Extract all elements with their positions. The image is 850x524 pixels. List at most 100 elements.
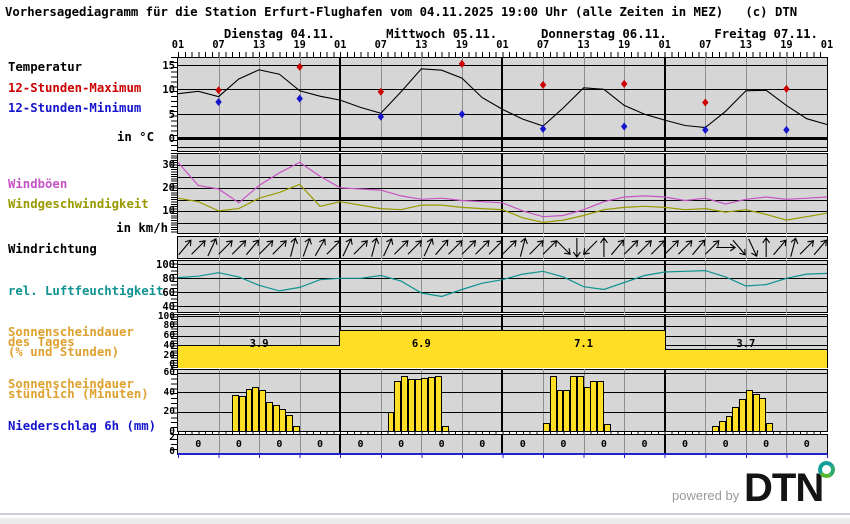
hour-tick-label: 01: [658, 39, 671, 51]
h-gridline: [178, 137, 827, 141]
precip-6h-value: 0: [763, 439, 770, 450]
gridline-6h: [786, 236, 788, 259]
day-boundary-line: [663, 260, 666, 313]
h-gridline: [178, 292, 827, 294]
gridline-6h: [421, 236, 423, 259]
y-tick-label: 60: [163, 367, 175, 379]
h-gridline: [178, 316, 827, 318]
sunshine-hourly-bar: [603, 424, 611, 431]
y-tick-label: 10: [162, 84, 175, 97]
gridline-6h: [745, 236, 747, 259]
h-gridline: [178, 373, 827, 374]
label-windgeschwindigkeit: Windgeschwindigkeit: [8, 197, 149, 211]
gridline-6h: [259, 236, 261, 259]
day-label: Donnerstag 06.11.: [540, 27, 667, 41]
day-label: Freitag 07.11.: [714, 27, 818, 41]
day-boundary-line: [663, 434, 666, 453]
gridline-6h: [624, 260, 626, 313]
precip-axis-ticks: [178, 455, 828, 458]
gridline-6h: [786, 260, 788, 313]
sunshine-daily-hours-label: 6.9: [411, 338, 431, 350]
sunshine-daily-hours-label: 7.1: [574, 338, 594, 350]
gridline-6h: [421, 434, 423, 453]
gridline-6h: [380, 434, 382, 453]
precip-6h-value: 0: [641, 439, 648, 450]
y-tick-label: 5: [168, 108, 175, 121]
label-windrichtung: Windrichtung: [8, 242, 97, 256]
gridline-6h: [705, 434, 707, 453]
hour-tick-label: 01: [820, 39, 834, 51]
gridline-6h: [421, 260, 423, 313]
hour-tick-label: 13: [577, 39, 590, 51]
gridline-6h: [543, 434, 545, 453]
y-tick-label: 20: [163, 406, 175, 418]
precip-6h-value: 0: [560, 439, 567, 450]
h-gridline: [178, 264, 827, 266]
meteogram: Vorhersagediagramm für die Station Erfur…: [0, 0, 850, 524]
hour-tick-label: 07: [699, 39, 712, 51]
label-wind-unit: in km/h: [116, 221, 168, 235]
hour-tick-label: 01: [496, 39, 509, 51]
sunshine-hourly-bar: [292, 426, 300, 431]
day-boundary-line: [339, 434, 342, 453]
hour-tick-label: 07: [536, 39, 550, 51]
y-tick-label: 40: [163, 386, 175, 398]
gridline-6h: [705, 236, 707, 259]
sunshine-hourly-bar: [766, 423, 774, 431]
gridline-6h: [218, 369, 220, 432]
gridline-6h: [461, 260, 463, 313]
y-tick-label: 15: [162, 59, 175, 72]
h-gridline: [178, 306, 827, 308]
day-label: Dienstag 04.11.: [223, 27, 335, 41]
day-boundary-line: [501, 369, 504, 432]
page-title: Vorhersagediagramm für die Station Erfur…: [5, 5, 798, 19]
y-tick-label: 30: [162, 159, 175, 172]
hour-tick-label: 01: [334, 39, 347, 51]
y-tick-label: 60: [162, 286, 175, 299]
day-boundary-line: [339, 260, 342, 313]
hour-tick-label: 19: [293, 39, 306, 51]
day-label: Mittwoch 05.11.: [386, 27, 498, 41]
precip-6h-value: 0: [316, 439, 323, 450]
sunshine-hourly-bar: [434, 375, 442, 431]
precip-6h-value: 0: [600, 439, 607, 450]
h-gridline: [178, 188, 827, 189]
top-hour-ticks: [178, 52, 827, 57]
gridline-6h: [624, 369, 626, 432]
hour-tick-label: 07: [374, 39, 387, 51]
y-tick-label: 10: [162, 205, 175, 218]
h-gridline: [178, 278, 827, 280]
gridline-6h: [299, 369, 301, 432]
label-sonnenschein-tag-3: (% und Stunden): [8, 345, 120, 359]
h-gridline: [178, 211, 827, 212]
precip-6h-value: 0: [276, 439, 283, 450]
gridline-6h: [543, 260, 545, 313]
footer-band: [0, 518, 850, 524]
gridline-6h: [786, 369, 788, 432]
precip-6h-value: 0: [722, 439, 729, 450]
h-gridline: [178, 114, 827, 115]
gridline-6h: [624, 434, 626, 453]
h-gridline: [178, 165, 827, 166]
label-12h-maximum: 12-Stunden-Maximum: [8, 81, 142, 95]
y-tick-label: 0: [168, 133, 175, 146]
sunshine-hourly-bar: [441, 426, 449, 431]
gridline-6h: [705, 260, 707, 313]
footer-divider: [0, 513, 850, 515]
day-boundary-line: [501, 236, 504, 259]
h-gridline: [178, 326, 827, 327]
precip-6h-value: 0: [195, 439, 202, 450]
h-gridline: [178, 176, 827, 178]
gridline-6h: [259, 434, 261, 453]
gridline-6h: [380, 236, 382, 259]
hour-tick-label: 19: [780, 39, 793, 51]
dtn-logo: DTN: [744, 466, 824, 510]
gridline-6h: [380, 260, 382, 313]
precip-6h-value: 0: [357, 439, 364, 450]
day-boundary-line: [663, 236, 666, 259]
sunshine-daily-hours-label: 3.7: [736, 338, 756, 350]
precip-6h-value: 0: [438, 439, 445, 450]
gridline-6h: [299, 260, 301, 313]
label-temp-unit: in °C: [116, 130, 154, 144]
y-tick-label: 100: [156, 258, 175, 271]
